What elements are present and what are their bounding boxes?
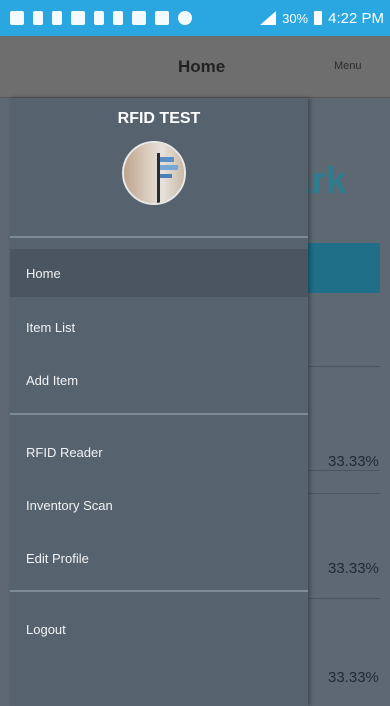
notification-icons [10, 8, 192, 28]
wrench-icon [71, 11, 85, 25]
nav-item-label: Inventory Scan [26, 497, 113, 513]
file-icon [33, 11, 43, 25]
page-title: Home [178, 57, 226, 76]
percentage-value: 33.33% [328, 453, 379, 470]
nav-item-rfid-reader[interactable]: RFID Reader [10, 428, 308, 476]
battery-icon [314, 11, 323, 25]
gallery-icon [10, 11, 24, 25]
drawer-divider [10, 236, 308, 238]
nav-item-label: Add Item [26, 372, 79, 388]
wifi-icon [178, 11, 192, 25]
percentage-value: 33.33% [328, 560, 379, 577]
content-divider [300, 598, 380, 599]
nav-item-item-list[interactable]: Item List [10, 303, 308, 351]
nav-item-label: Home [26, 265, 61, 281]
battery-percent: 30% [282, 10, 309, 26]
nav-item-home[interactable]: Home [10, 249, 308, 297]
clock: 4:22 PM [328, 9, 384, 27]
app-bar: Home Menu [0, 36, 390, 98]
drawer-divider [10, 413, 308, 415]
menu-button[interactable]: Menu [334, 60, 362, 72]
signal-icon [260, 11, 277, 25]
avatar-photo [124, 143, 184, 203]
content-divider [300, 366, 380, 367]
nav-item-label: Item List [26, 319, 76, 335]
nav-item-inventory-scan[interactable]: Inventory Scan [10, 481, 308, 529]
download-icon [52, 11, 62, 25]
drawer-divider [10, 590, 308, 592]
navigation-drawer: RFID TEST Home Item List Add Item RFID R… [10, 98, 308, 706]
percentage-value: 33.33% [328, 669, 379, 686]
avatar [122, 141, 186, 205]
flag-icon [160, 157, 174, 162]
nav-item-logout[interactable]: Logout [10, 605, 308, 653]
nav-item-label: Edit Profile [26, 550, 89, 566]
flag-icon [160, 165, 178, 170]
nav-item-add-item[interactable]: Add Item [10, 356, 308, 404]
mute-icon [155, 11, 169, 25]
bluetooth-icon [113, 11, 123, 25]
drawer-title: RFID TEST [117, 110, 201, 127]
content-divider [300, 493, 380, 494]
play-icon [94, 11, 104, 25]
nav-item-label: RFID Reader [26, 444, 103, 460]
content-button[interactable] [300, 243, 380, 293]
nav-item-label: Logout [26, 621, 66, 637]
nfc-icon [132, 11, 146, 25]
status-right: 30% 4:22 PM [260, 8, 384, 28]
status-bar: 30% 4:22 PM [0, 0, 390, 36]
flag-icon [160, 174, 172, 178]
nav-item-edit-profile[interactable]: Edit Profile [10, 534, 308, 582]
content-divider [300, 470, 380, 471]
